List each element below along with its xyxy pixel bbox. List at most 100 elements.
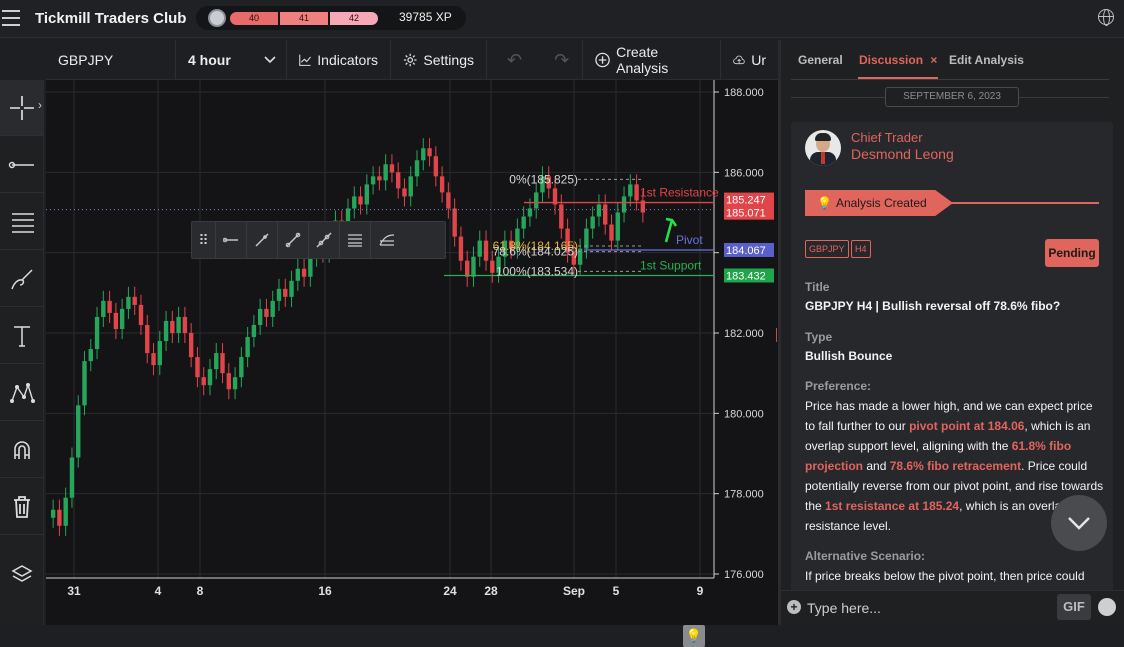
gif-button[interactable]: GIF: [1057, 594, 1091, 620]
undo-redo-group: ↶ ↷: [487, 40, 583, 80]
chat-input-bar: + GIF: [781, 590, 1124, 625]
brush-icon[interactable]: [0, 251, 44, 307]
layers-icon[interactable]: [0, 547, 44, 603]
menu-icon[interactable]: [2, 10, 20, 26]
candle: [628, 184, 633, 197]
candle: [377, 176, 382, 181]
candle: [69, 457, 75, 498]
candle: [94, 316, 100, 350]
analysis-panel: General Discussion × Edit Analysis SEPTE…: [781, 40, 1124, 625]
create-analysis-button[interactable]: Create Analysis: [583, 40, 721, 80]
analysis-card: Chief Trader Desmond Leong 💡 Analysis Cre…: [791, 122, 1113, 592]
author-name[interactable]: Desmond Leong: [851, 146, 954, 162]
candle: [458, 236, 464, 261]
status-badge[interactable]: Pending: [1045, 239, 1099, 267]
x-tick-label: 9: [697, 584, 704, 598]
gear-icon: [403, 53, 417, 67]
symbol-label: GBPJPY: [58, 52, 114, 68]
candle: [559, 204, 564, 229]
text-tool-icon[interactable]: [0, 308, 44, 364]
indicators-button[interactable]: Indicators: [287, 40, 391, 80]
candle: [358, 196, 363, 205]
x-tick-label: 4: [155, 584, 162, 598]
globe-icon[interactable]: [1098, 9, 1114, 26]
candle: [201, 377, 206, 386]
price-chart[interactable]: 3148162428Sep59188.000186.000184.000182.…: [46, 80, 778, 647]
arrow-up-icon: [664, 217, 678, 243]
chevron-down-icon: [1068, 517, 1090, 530]
candle: [101, 300, 106, 317]
level-label: 1st Support: [640, 258, 702, 272]
alt-scenario-text: If price breaks below the pivot point, t…: [805, 569, 1085, 583]
plus-circle-icon: [595, 52, 610, 68]
candle: [50, 509, 56, 518]
candle: [57, 509, 62, 526]
lightbulb-icon: 💡: [817, 196, 832, 210]
preference-segment: and: [863, 459, 890, 473]
candle: [402, 188, 407, 197]
fib-channel-icon[interactable]: [371, 222, 402, 258]
candle: [170, 320, 175, 333]
level-segment: 41: [280, 12, 328, 25]
candle: [490, 260, 495, 273]
candle: [220, 353, 225, 374]
tab-general[interactable]: General: [798, 53, 843, 67]
floating-drawing-toolbar: ⠿: [191, 221, 446, 259]
candle: [483, 240, 489, 261]
panel-tabs: General Discussion × Edit Analysis: [781, 40, 1124, 80]
trend-line-icon[interactable]: [278, 222, 309, 258]
candle: [182, 316, 188, 333]
chat-input[interactable]: [807, 597, 1047, 619]
ribbon-line: [951, 202, 1099, 204]
fib-label: 0%(185.825): [509, 172, 578, 186]
parallel-channel-icon[interactable]: [340, 222, 371, 258]
candle: [138, 304, 144, 325]
drawing-toolbar: ›: [0, 80, 44, 625]
symbol-tag: GBPJPY: [805, 240, 849, 258]
crosshair-icon[interactable]: ›: [0, 80, 44, 136]
ray-icon[interactable]: [216, 222, 247, 258]
segment-icon[interactable]: [247, 222, 278, 258]
x-tick-label: 5: [613, 584, 620, 598]
candle: [534, 192, 539, 209]
type-label: Type: [805, 330, 833, 344]
tab-edit-analysis[interactable]: Edit Analysis: [949, 53, 1024, 67]
emoji-icon[interactable]: [1098, 598, 1116, 616]
candle: [257, 308, 263, 325]
candle: [264, 308, 269, 317]
candle: [634, 184, 639, 201]
trash-icon[interactable]: [0, 479, 44, 535]
xp-count: 39785 XP: [399, 10, 452, 24]
status-ribbon-label: Analysis Created: [835, 196, 927, 210]
candle: [63, 497, 68, 526]
candle: [383, 164, 388, 181]
settings-button[interactable]: Settings: [391, 40, 487, 80]
redo-icon[interactable]: ↷: [554, 50, 569, 71]
grip-icon[interactable]: ⠿: [192, 222, 216, 258]
scroll-down-button[interactable]: [1051, 495, 1107, 551]
candle: [176, 316, 181, 333]
x-tick-label: Sep: [563, 584, 585, 598]
tab-separator: [791, 79, 1109, 80]
upload-button[interactable]: Ur: [721, 40, 778, 80]
magnet-icon[interactable]: [0, 422, 44, 478]
extended-line-icon[interactable]: [309, 222, 340, 258]
tab-discussion[interactable]: Discussion ×: [859, 53, 937, 67]
fib-tool-icon[interactable]: [0, 194, 44, 250]
candle: [195, 357, 200, 378]
undo-icon[interactable]: ↶: [507, 50, 522, 71]
y-tick-label: 188.000: [724, 87, 764, 99]
candlestick-chart[interactable]: 3148162428Sep59188.000186.000184.000182.…: [46, 80, 778, 625]
candle: [245, 337, 250, 358]
pattern-icon[interactable]: [0, 365, 44, 421]
close-icon[interactable]: ×: [930, 53, 937, 67]
lightbulb-icon[interactable]: 💡: [683, 625, 705, 647]
add-attachment-icon[interactable]: +: [787, 600, 801, 614]
xp-progress: 40 41 42 39785 XP: [196, 6, 466, 30]
timeframe-dropdown[interactable]: 4 hour: [176, 40, 287, 80]
line-tool-icon[interactable]: [0, 137, 44, 193]
preference-highlight: 78.6% fibo retracement: [889, 459, 1022, 473]
candle: [352, 196, 357, 209]
candle: [370, 176, 376, 185]
symbol-selector[interactable]: GBPJPY: [46, 40, 176, 80]
